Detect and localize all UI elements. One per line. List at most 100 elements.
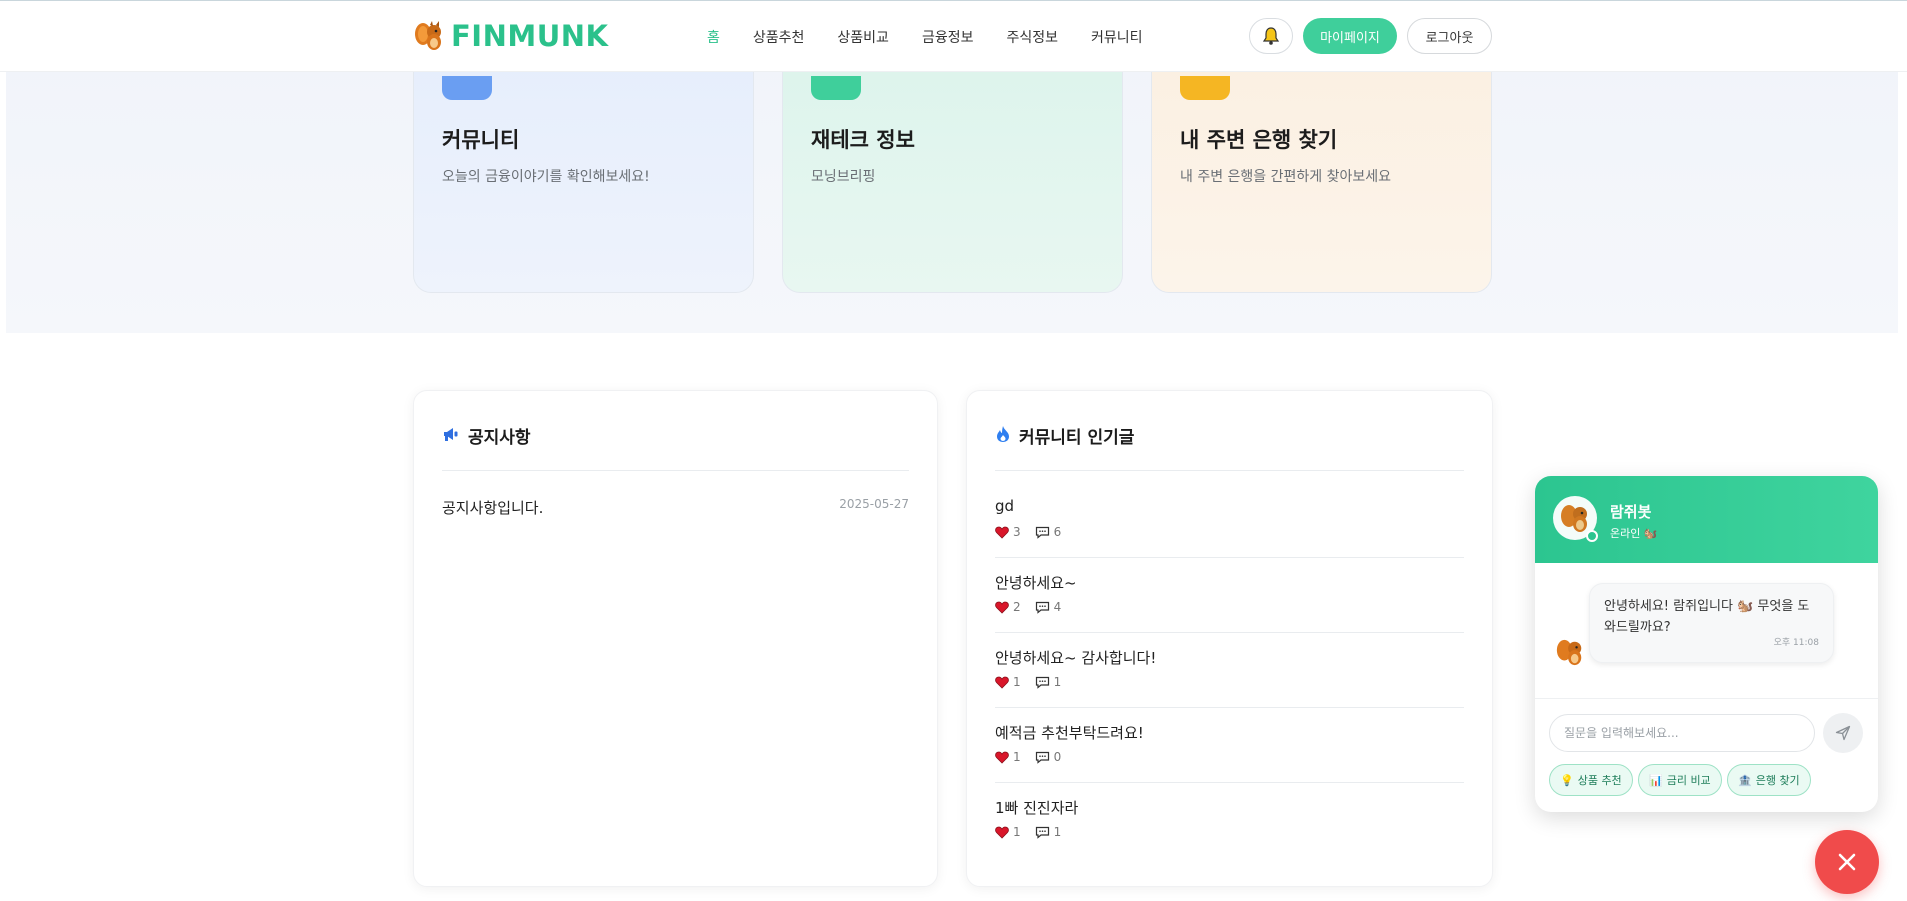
- popular-title: 커뮤니티 인기글: [1019, 428, 1135, 448]
- comment-count-value: 1: [1053, 675, 1062, 689]
- card-investment-info[interactable]: 재테크 정보 모닝브리핑: [782, 58, 1123, 293]
- card-description: 내 주변 은행을 간편하게 찾아보세요: [1180, 169, 1391, 185]
- like-count: 3: [995, 525, 1021, 539]
- close-icon: [1838, 853, 1856, 871]
- mypage-button[interactable]: 마이페이지: [1303, 18, 1397, 54]
- post-item[interactable]: 안녕하세요~ 감사합니다! 1 1: [995, 633, 1464, 708]
- post-item[interactable]: 예적금 추천부탁드려요! 1 0: [995, 708, 1464, 783]
- quick-reply-label: 은행 찾기: [1755, 774, 1800, 787]
- post-meta: 2 4: [995, 600, 1061, 614]
- post-title: 안녕하세요~: [995, 574, 1077, 592]
- comment-count: 0: [1035, 750, 1062, 764]
- nav-item-product-recommend[interactable]: 상품추천: [753, 27, 805, 47]
- logo[interactable]: FINMUNK: [413, 19, 609, 53]
- brand-name: FINMUNK: [451, 19, 609, 53]
- notice-header: 공지사항: [442, 423, 909, 471]
- chatbot-widget: 람쥐봇 온라인 🐿️ 안녕하세요! 람쥐입니다 🐿️ 무엇을 도와드릴까요? 오…: [1535, 476, 1878, 812]
- notice-text: 공지사항입니다.: [442, 499, 544, 517]
- notice-panel: 공지사항 공지사항입니다. 2025-05-27: [413, 390, 938, 887]
- post-title: 예적금 추천부탁드려요!: [995, 724, 1144, 742]
- like-count-value: 1: [1013, 750, 1021, 764]
- quick-reply-product-recommend[interactable]: 💡 상품 추천: [1549, 764, 1633, 796]
- heart-icon: [995, 676, 1009, 689]
- notice-date: 2025-05-27: [839, 497, 909, 511]
- heart-icon: [995, 601, 1009, 614]
- send-button[interactable]: [1823, 713, 1863, 753]
- comment-count-value: 0: [1053, 750, 1062, 764]
- quick-reply-bank-find[interactable]: 🏦 은행 찾기: [1727, 764, 1811, 796]
- quick-reply-rate-compare[interactable]: 📊 금리 비교: [1638, 764, 1722, 796]
- notice-title: 공지사항: [468, 428, 531, 448]
- card-chip: [811, 76, 861, 100]
- logout-button[interactable]: 로그아웃: [1407, 18, 1492, 54]
- close-chat-button[interactable]: [1815, 830, 1879, 894]
- comment-icon: [1035, 601, 1049, 614]
- megaphone-icon: [444, 428, 458, 441]
- nav-item-home[interactable]: 홈: [707, 27, 720, 47]
- like-count-value: 1: [1013, 675, 1021, 689]
- quick-reply-label: 상품 추천: [1577, 774, 1622, 787]
- like-count: 1: [995, 750, 1021, 764]
- nav-item-community[interactable]: 커뮤니티: [1091, 27, 1143, 47]
- fire-icon: [997, 426, 1009, 442]
- comment-count: 4: [1035, 600, 1062, 614]
- comment-count-value: 4: [1053, 600, 1062, 614]
- comment-count: 6: [1035, 525, 1062, 539]
- comment-count-value: 1: [1053, 825, 1062, 839]
- nav-item-stock-info[interactable]: 주식정보: [1006, 27, 1058, 47]
- card-nearby-bank[interactable]: 내 주변 은행 찾기 내 주변 은행을 간편하게 찾아보세요: [1151, 58, 1492, 293]
- card-description: 모닝브리핑: [811, 169, 876, 185]
- card-community[interactable]: 커뮤니티 오늘의 금융이야기를 확인해보세요!: [413, 58, 754, 293]
- notification-button[interactable]: [1249, 18, 1293, 54]
- heart-icon: [995, 826, 1009, 839]
- post-meta: 1 0: [995, 750, 1061, 764]
- nav-item-product-compare[interactable]: 상품비교: [837, 27, 889, 47]
- bot-message: 안녕하세요! 람쥐입니다 🐿️ 무엇을 도와드릴까요? 오후 11:08: [1589, 583, 1834, 663]
- comment-count: 1: [1035, 825, 1062, 839]
- post-meta: 3 6: [995, 525, 1061, 539]
- message-time: 오후 11:08: [1773, 638, 1819, 648]
- post-title: gd: [995, 497, 1015, 515]
- comment-icon: [1035, 751, 1049, 764]
- top-header: FINMUNK 홈 상품추천 상품비교 금융정보 주식정보 커뮤니티 마이페이지…: [0, 0, 1907, 72]
- card-title: 커뮤니티: [442, 128, 520, 152]
- post-item[interactable]: 1빠 진진자라 1 1: [995, 783, 1464, 858]
- header-actions: 마이페이지 로그아웃: [1249, 18, 1492, 54]
- like-count: 2: [995, 600, 1021, 614]
- online-indicator: [1586, 530, 1598, 542]
- chat-input[interactable]: [1549, 714, 1815, 752]
- post-title: 1빠 진진자라: [995, 799, 1079, 817]
- bot-message-text: 안녕하세요! 람쥐입니다 🐿️ 무엇을 도와드릴까요?: [1604, 599, 1810, 635]
- chatbot-status: 온라인 🐿️: [1610, 527, 1658, 540]
- bank-icon: 🏦: [1738, 773, 1752, 787]
- chatbot-header: 람쥐봇 온라인 🐿️: [1535, 476, 1878, 563]
- heart-icon: [995, 526, 1009, 539]
- post-title: 안녕하세요~ 감사합니다!: [995, 649, 1157, 667]
- card-title: 내 주변 은행 찾기: [1180, 128, 1338, 152]
- squirrel-avatar-icon: [1561, 505, 1587, 532]
- comment-count-value: 6: [1053, 525, 1062, 539]
- comment-icon: [1035, 526, 1049, 539]
- heart-icon: [995, 751, 1009, 764]
- post-item[interactable]: gd 3 6: [995, 483, 1464, 558]
- like-count-value: 3: [1013, 525, 1021, 539]
- post-meta: 1 1: [995, 675, 1061, 689]
- comment-icon: [1035, 676, 1049, 689]
- lightbulb-icon: 💡: [1560, 773, 1574, 787]
- chatbot-name: 람쥐봇: [1610, 503, 1652, 521]
- notice-item[interactable]: 공지사항입니다. 2025-05-27: [442, 497, 909, 518]
- post-item[interactable]: 안녕하세요~ 2 4: [995, 558, 1464, 633]
- chart-icon: 📊: [1649, 773, 1663, 787]
- send-icon: [1835, 725, 1851, 741]
- main-nav: 홈 상품추천 상품비교 금융정보 주식정보 커뮤니티: [707, 27, 1143, 47]
- card-title: 재테크 정보: [811, 128, 915, 152]
- like-count: 1: [995, 675, 1021, 689]
- card-chip: [1180, 76, 1230, 100]
- card-description: 오늘의 금융이야기를 확인해보세요!: [442, 169, 650, 185]
- quick-reply-label: 금리 비교: [1666, 774, 1711, 787]
- like-count-value: 2: [1013, 600, 1021, 614]
- like-count-value: 1: [1013, 825, 1021, 839]
- comment-icon: [1035, 826, 1049, 839]
- comment-count: 1: [1035, 675, 1062, 689]
- nav-item-finance-info[interactable]: 금융정보: [922, 27, 974, 47]
